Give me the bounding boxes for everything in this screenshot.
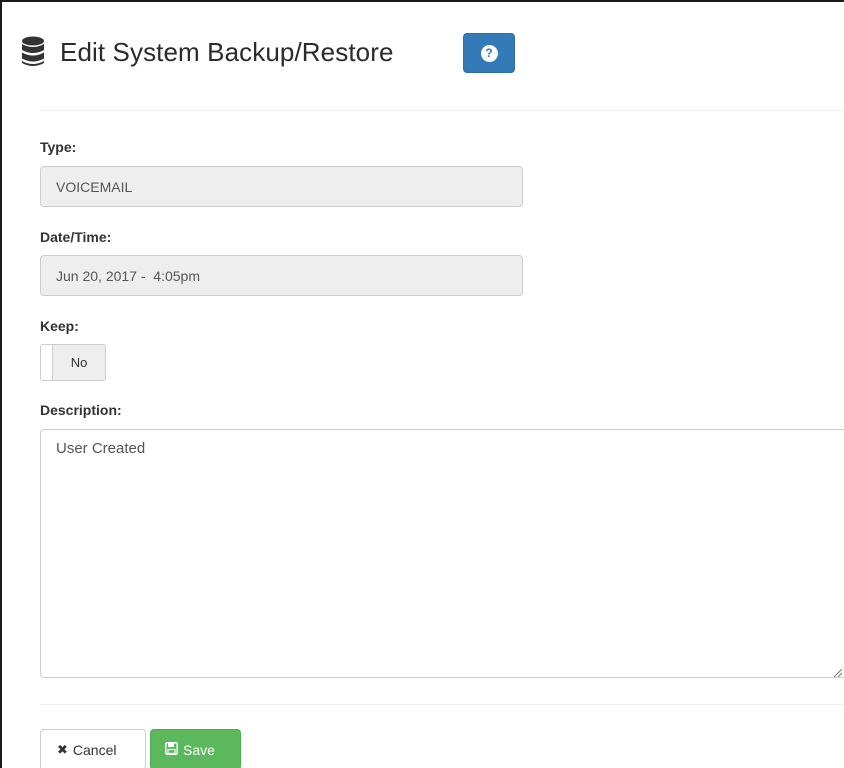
header-divider — [40, 110, 844, 111]
datetime-label: Date/Time: — [40, 229, 112, 245]
close-icon: ✖ — [57, 742, 68, 757]
keep-toggle-label: No — [70, 355, 88, 370]
page-header: Edit System Backup/Restore — [20, 32, 394, 72]
save-button-label: Save — [183, 741, 215, 758]
type-field: VOICEMAIL — [40, 166, 523, 207]
help-button[interactable]: ? — [463, 33, 515, 73]
description-text: User Created — [56, 440, 146, 457]
edit-backup-panel: Edit System Backup/Restore ? Type: VOICE… — [0, 0, 844, 768]
toggle-handle — [41, 345, 53, 380]
footer-divider — [40, 704, 844, 705]
database-icon — [20, 35, 46, 69]
resize-grip-icon[interactable] — [832, 664, 843, 678]
datetime-field: Jun 20, 2017 - 4:05pm — [40, 255, 523, 296]
page-title: Edit System Backup/Restore — [60, 36, 394, 67]
save-button[interactable]: Save — [150, 729, 241, 768]
floppy-disk-icon — [165, 742, 178, 757]
description-label: Description: — [40, 402, 122, 418]
cancel-button[interactable]: ✖ Cancel — [40, 729, 146, 768]
description-textarea[interactable]: User Created — [40, 429, 844, 678]
question-circle-icon: ? — [480, 44, 498, 62]
keep-label: Keep: — [40, 318, 79, 334]
keep-toggle[interactable]: No — [40, 344, 106, 381]
type-label: Type: — [40, 139, 77, 155]
cancel-button-label: Cancel — [72, 741, 117, 758]
